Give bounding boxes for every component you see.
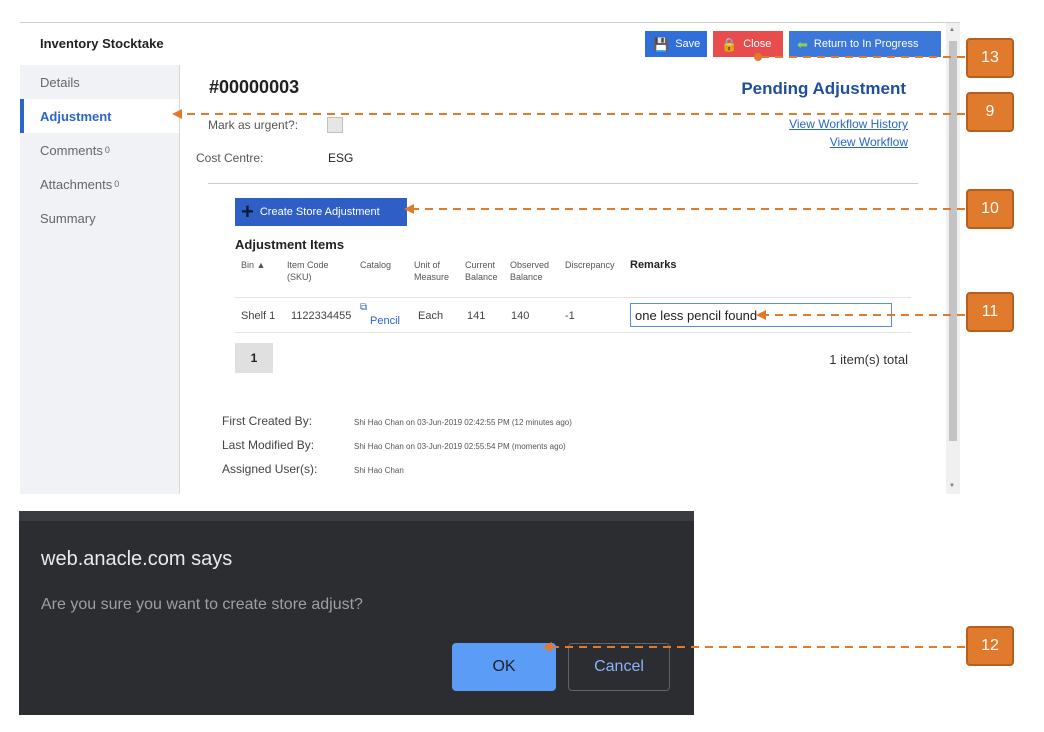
cancel-button[interactable]: Cancel (568, 643, 670, 691)
record-number: #00000003 (209, 77, 300, 97)
urgent-label: Mark as urgent?: (208, 118, 299, 132)
col-discrepancy[interactable]: Discrepancy (565, 259, 615, 271)
arrow-left-icon: ⬅ (797, 36, 808, 52)
cell-item-code: 1122334455 (291, 310, 352, 322)
app-title: Inventory Stocktake (40, 36, 164, 51)
ok-button[interactable]: OK (452, 643, 556, 691)
cost-centre-label: Cost Centre: (196, 151, 264, 165)
modified-value: Shi Hao Chan on 03-Jun-2019 02:55:54 PM … (354, 442, 566, 451)
dialog-top-edge (19, 511, 694, 521)
return-to-in-progress-button[interactable]: ⬅ Return to In Progress (789, 31, 941, 57)
divider (208, 183, 918, 184)
scroll-down-icon[interactable]: ▼ (949, 483, 955, 489)
stocktake-window: Inventory Stocktake 💾 Save 🔒 Close ⬅ Ret… (20, 22, 960, 494)
dialog-message: Are you sure you want to create store ad… (41, 596, 363, 613)
sidebar-item-adjustment[interactable]: Adjustment (20, 99, 179, 133)
status-heading: Pending Adjustment (741, 79, 906, 98)
return-label: Return to In Progress (813, 38, 919, 50)
lock-icon: 🔒 (721, 36, 738, 52)
cell-observed-balance: 140 (511, 310, 530, 322)
adjustment-items-title: Adjustment Items (235, 237, 345, 252)
dialog-title: web.anacle.com says (41, 548, 233, 570)
remarks-input[interactable] (630, 303, 892, 327)
col-uom[interactable]: Unit of Measure (414, 259, 458, 283)
sidebar-item-details[interactable]: Details (20, 65, 179, 99)
assigned-label: Assigned User(s): (222, 462, 318, 476)
sidebar-item-label: Summary (40, 210, 96, 226)
col-observed-balance[interactable]: Observed Balance (510, 259, 554, 283)
scroll-up-icon[interactable]: ▲ (949, 27, 955, 33)
callout-badge-12: 12 (966, 626, 1014, 666)
cost-centre-value: ESG (328, 151, 354, 165)
col-remarks[interactable]: Remarks (630, 259, 676, 271)
page-button[interactable]: 1 (235, 343, 273, 373)
sidebar-item-label: Details (40, 74, 80, 90)
vertical-scrollbar[interactable]: ▲ ▼ (946, 23, 960, 494)
sidebar-item-attachments[interactable]: Attachments 0 (20, 167, 179, 201)
cell-uom: Each (418, 310, 444, 322)
view-workflow-history-link[interactable]: View Workflow History (789, 117, 908, 131)
plus-icon: + (241, 199, 254, 224)
cell-discrepancy: -1 (565, 310, 575, 322)
urgent-checkbox[interactable] (327, 117, 343, 133)
create-button-label: Create Store Adjustment (259, 206, 380, 218)
col-catalog[interactable]: Catalog (360, 259, 391, 271)
cell-bin: Shelf 1 (241, 310, 276, 322)
close-label: Close (743, 38, 772, 50)
callout-badge-11: 11 (966, 292, 1014, 332)
sidebar-item-comments[interactable]: Comments 0 (20, 133, 179, 167)
item-total: 1 item(s) total (829, 352, 908, 367)
scroll-thumb[interactable] (949, 41, 957, 441)
comments-count: 0 (104, 145, 110, 155)
view-workflow-link[interactable]: View Workflow (830, 135, 908, 149)
toolbar: 💾 Save 🔒 Close ⬅ Return to In Progress (645, 31, 941, 57)
sidebar-item-label: Attachments (40, 176, 113, 192)
callout-badge-9: 9 (966, 92, 1014, 132)
sidebar: Details Adjustment Comments 0 Attachment… (20, 65, 180, 494)
external-link-icon[interactable]: ⧉ (360, 302, 367, 313)
assigned-value: Shi Hao Chan (354, 466, 404, 475)
callout-badge-10: 10 (966, 189, 1014, 229)
save-button[interactable]: 💾 Save (645, 31, 707, 57)
modified-label: Last Modified By: (222, 438, 315, 452)
col-current-balance[interactable]: Current Balance (465, 259, 505, 283)
close-button[interactable]: 🔒 Close (713, 31, 783, 57)
cell-current-balance: 141 (467, 310, 486, 322)
created-label: First Created By: (222, 414, 313, 428)
cell-catalog-link[interactable]: Pencil (370, 315, 400, 327)
attachments-count: 0 (114, 179, 120, 189)
col-bin[interactable]: Bin ▲ (241, 259, 265, 271)
callout-badge-13: 13 (966, 38, 1014, 78)
col-item-code[interactable]: Item Code (SKU) (287, 259, 331, 283)
confirm-dialog: web.anacle.com says Are you sure you wan… (19, 511, 694, 715)
sidebar-item-label: Adjustment (40, 108, 112, 124)
main-panel: #00000003 Pending Adjustment View Workfl… (180, 65, 960, 494)
sidebar-item-summary[interactable]: Summary (20, 201, 179, 235)
save-label: Save (675, 38, 701, 50)
table-row: Shelf 1 1122334455 ⧉ Pencil Each 141 140… (235, 297, 911, 333)
sidebar-item-label: Comments (40, 142, 103, 158)
floppy-disk-icon: 💾 (653, 36, 670, 52)
create-store-adjustment-button[interactable]: + Create Store Adjustment (235, 198, 407, 226)
created-value: Shi Hao Chan on 03-Jun-2019 02:42:55 PM … (354, 418, 572, 427)
